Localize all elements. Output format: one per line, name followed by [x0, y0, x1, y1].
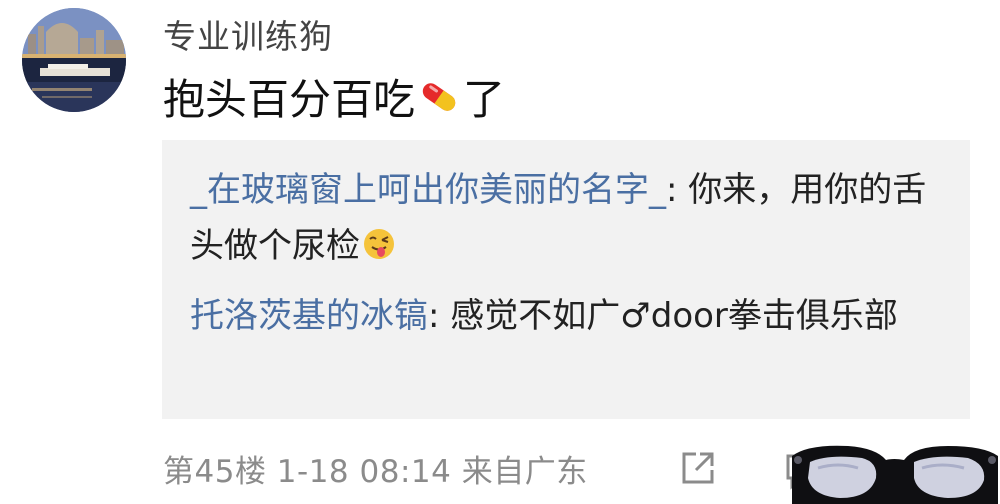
replies-box: _在玻璃窗上呵出你美丽的名字_: 你来，用你的舌头做个尿检 托洛茨基的冰镐: 感…	[162, 140, 970, 419]
post-text: 抱头百分百吃	[163, 75, 416, 124]
post-meta: 第45楼 1-18 08:14 来自广东	[163, 454, 588, 490]
post-content: 抱头百分百吃 了	[163, 66, 505, 127]
reply-separator: :	[666, 170, 689, 210]
avatar[interactable]	[22, 8, 126, 112]
reply-separator: :	[428, 296, 451, 336]
username[interactable]: 专业训练狗	[163, 10, 333, 58]
post-text-end: 了	[463, 75, 506, 124]
reply-author[interactable]: 托洛茨基的冰镐	[190, 296, 428, 336]
tongue-out-face-icon	[364, 229, 394, 259]
pill-emoji-icon	[422, 82, 456, 111]
reply-item: _在玻璃窗上呵出你美丽的名字_: 你来，用你的舌头做个尿检	[190, 162, 950, 274]
reply-text: 感觉不如广♂door拳击俱乐部	[450, 296, 898, 336]
share-icon[interactable]	[676, 446, 720, 490]
sunglasses-sticker-icon	[792, 445, 998, 504]
avatar-image	[22, 8, 126, 112]
reply-author[interactable]: _在玻璃窗上呵出你美丽的名字_	[190, 170, 666, 210]
reply-item: 托洛茨基的冰镐: 感觉不如广♂door拳击俱乐部	[190, 288, 950, 344]
